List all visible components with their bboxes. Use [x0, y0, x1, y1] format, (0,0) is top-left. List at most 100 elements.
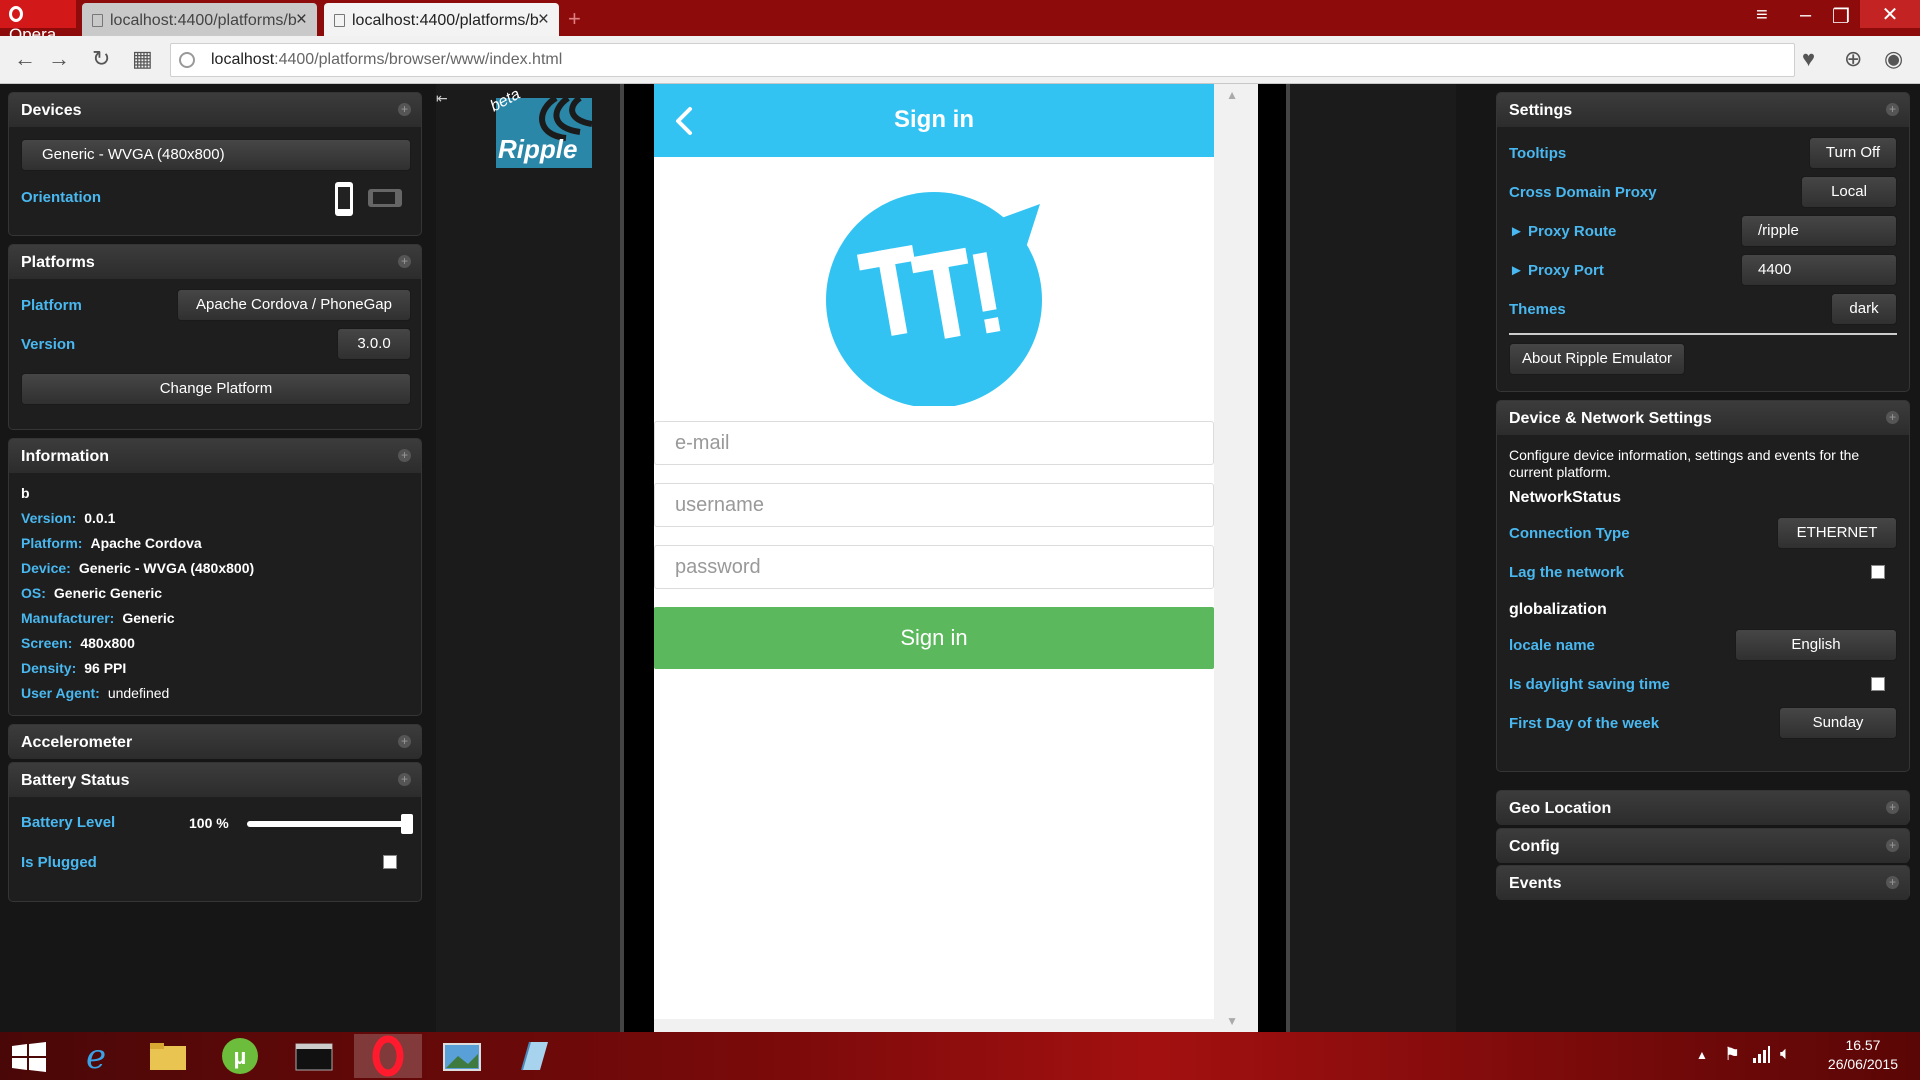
collapse-icon[interactable]: + [398, 255, 411, 268]
expand-icon[interactable]: + [1886, 839, 1899, 852]
info-device-row: Device: Generic - WVGA (480x800) [21, 560, 255, 576]
username-input[interactable] [655, 484, 1213, 526]
file-explorer-icon[interactable] [134, 1034, 202, 1078]
system-clock[interactable]: 16.57 26/06/2015 [1828, 1036, 1898, 1074]
browser-tab-2-active[interactable]: localhost:4400/platforms/b × [324, 3, 559, 36]
first-day-select[interactable]: Sunday [1779, 707, 1897, 739]
close-tab-icon[interactable]: × [296, 9, 307, 31]
svg-text:e: e [86, 1037, 106, 1077]
collapse-left-panel-arrow-icon[interactable]: ⇤ [436, 90, 448, 107]
proxy-select[interactable]: Local [1801, 176, 1897, 208]
geo-location-panel-header[interactable]: Geo Location + [1497, 791, 1909, 825]
events-panel[interactable]: Events + [1496, 865, 1910, 900]
proxy-route-input[interactable]: /ripple [1741, 215, 1897, 247]
about-ripple-button[interactable]: About Ripple Emulator [1509, 343, 1685, 375]
accelerometer-panel[interactable]: Accelerometer + [8, 724, 422, 759]
password-input[interactable] [655, 546, 1213, 588]
url-text[interactable]: localhost:4400/platforms/browser/www/ind… [211, 51, 562, 69]
connection-type-select[interactable]: ETHERNET [1777, 517, 1897, 549]
notepad-icon[interactable] [500, 1034, 568, 1078]
lag-network-checkbox[interactable] [1871, 565, 1885, 579]
device-network-description: Configure device information, settings a… [1509, 447, 1860, 480]
globalization-heading: globalization [1509, 601, 1607, 618]
accelerometer-panel-header[interactable]: Accelerometer + [9, 725, 421, 759]
close-tab-icon[interactable]: × [538, 9, 549, 31]
tab-menu-icon[interactable]: ≡ [1756, 4, 1768, 27]
config-panel[interactable]: Config + [1496, 828, 1910, 863]
locale-select[interactable]: English [1735, 629, 1897, 661]
windows-start-icon[interactable] [12, 1042, 48, 1072]
tooltips-toggle-button[interactable]: Turn Off [1809, 137, 1897, 169]
opera-browser-icon[interactable] [354, 1034, 422, 1078]
opera-menu-button[interactable]: Opera [0, 0, 76, 44]
info-version-row: Version: 0.0.1 [21, 510, 116, 526]
svg-text:µ: µ [234, 1044, 247, 1069]
platform-select[interactable]: Apache Cordova / PhoneGap [177, 289, 411, 321]
devices-panel-header[interactable]: Devices + [9, 93, 421, 127]
landscape-orientation-icon[interactable] [367, 187, 403, 209]
command-prompt-icon[interactable] [280, 1034, 348, 1078]
collapse-icon[interactable]: + [1886, 103, 1899, 116]
themes-select[interactable]: dark [1831, 293, 1897, 325]
email-input[interactable] [655, 422, 1213, 464]
app-header: Sign in [654, 84, 1214, 157]
expand-icon[interactable]: + [1886, 876, 1899, 889]
volume-speaker-icon[interactable]: 🔈︎ [1780, 1043, 1791, 1064]
browser-tab-1[interactable]: localhost:4400/platforms/b × [82, 3, 317, 36]
bookmark-heart-icon[interactable]: ♥ [1802, 46, 1815, 72]
expand-icon[interactable]: + [1886, 801, 1899, 814]
network-signal-icon[interactable] [1752, 1046, 1770, 1064]
config-panel-header[interactable]: Config + [1497, 829, 1909, 863]
battery-slider-handle[interactable] [401, 814, 413, 834]
download-icon[interactable]: ⊕ [1844, 46, 1862, 72]
action-center-flag-icon[interactable]: ⚑ [1724, 1044, 1740, 1065]
clock-time: 16.57 [1845, 1037, 1881, 1053]
geo-location-panel[interactable]: Geo Location + [1496, 790, 1910, 825]
proxy-port-input[interactable]: 4400 [1741, 254, 1897, 286]
settings-panel-header[interactable]: Settings + [1497, 93, 1909, 127]
cross-domain-proxy-label: Cross Domain Proxy [1509, 184, 1657, 201]
collapse-icon[interactable]: + [398, 449, 411, 462]
expand-icon[interactable]: + [398, 735, 411, 748]
forward-arrow-icon[interactable]: → [48, 46, 70, 72]
device-network-panel-header[interactable]: Device & Network Settings + [1497, 401, 1909, 435]
photo-viewer-icon[interactable] [428, 1034, 496, 1078]
device-select[interactable]: Generic - WVGA (480x800) [21, 139, 411, 171]
is-plugged-checkbox[interactable] [383, 855, 397, 869]
ripple-logo-text: Ripple [498, 134, 578, 164]
change-platform-button[interactable]: Change Platform [21, 373, 411, 405]
scroll-up-arrow-icon[interactable]: ▲ [1226, 88, 1238, 102]
email-field[interactable] [654, 421, 1214, 465]
locale-name-label: locale name [1509, 637, 1595, 654]
speed-dial-grid-icon[interactable]: ▦ [132, 46, 153, 72]
collapse-icon[interactable]: + [398, 103, 411, 116]
portrait-orientation-icon[interactable] [333, 181, 355, 217]
battery-level-slider[interactable] [247, 814, 413, 834]
password-field[interactable] [654, 545, 1214, 589]
internet-explorer-icon[interactable]: e [62, 1034, 130, 1078]
new-tab-button[interactable]: + [568, 6, 581, 32]
collapse-icon[interactable]: + [398, 773, 411, 786]
battery-panel-header[interactable]: Battery Status + [9, 763, 421, 797]
themes-label: Themes [1509, 301, 1566, 318]
show-hidden-icons-chevron-icon[interactable]: ▲ [1696, 1048, 1708, 1062]
site-info-icon[interactable] [179, 52, 195, 68]
minimize-button[interactable]: – [1800, 4, 1811, 27]
daylight-saving-checkbox[interactable] [1871, 677, 1885, 691]
window-close-button[interactable]: ✕ [1860, 0, 1920, 28]
platforms-panel-header[interactable]: Platforms + [9, 245, 421, 279]
username-field[interactable] [654, 483, 1214, 527]
collapse-icon[interactable]: + [1886, 411, 1899, 424]
windows-taskbar: e µ ▲ ⚑ 🔈︎ 16.57 26/06/2015 [0, 1032, 1920, 1080]
events-panel-header[interactable]: Events + [1497, 866, 1909, 900]
sign-in-button[interactable]: Sign in [654, 607, 1214, 669]
back-arrow-icon[interactable]: ← [14, 46, 36, 72]
scroll-down-arrow-icon[interactable]: ▼ [1226, 1014, 1238, 1028]
address-bar[interactable]: localhost:4400/platforms/browser/www/ind… [170, 43, 1795, 77]
version-select[interactable]: 3.0.0 [337, 328, 411, 360]
information-panel-header[interactable]: Information + [9, 439, 421, 473]
account-icon[interactable]: ◉ [1884, 46, 1903, 72]
reload-icon[interactable]: ↻ [92, 46, 110, 72]
utorrent-icon[interactable]: µ [206, 1034, 274, 1078]
maximize-button[interactable]: ❐ [1832, 4, 1850, 29]
